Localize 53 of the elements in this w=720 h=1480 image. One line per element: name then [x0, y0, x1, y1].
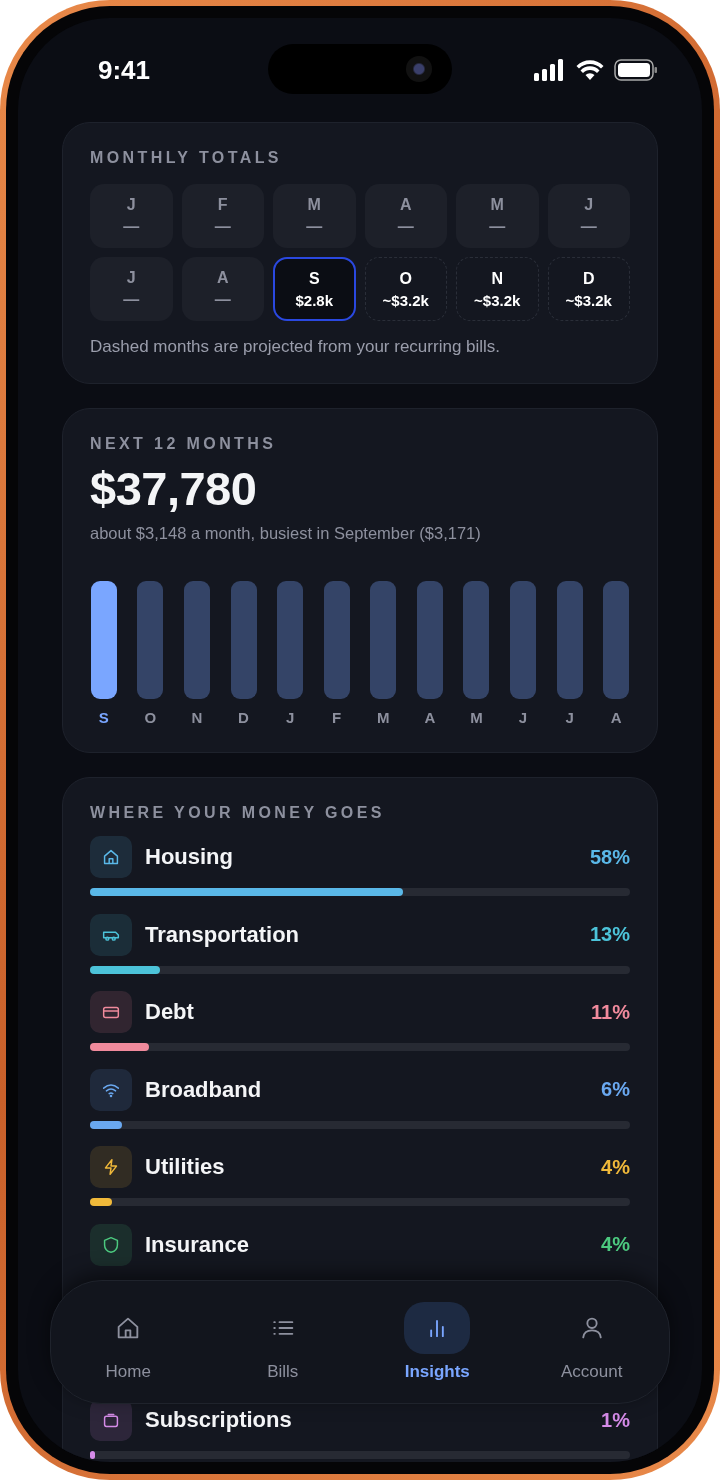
status-time: 9:41 — [98, 54, 151, 86]
bar-label: S — [98, 709, 109, 726]
month-tile[interactable]: F — — [181, 184, 264, 248]
bar-label: J — [518, 709, 528, 726]
tab-button[interactable]: Home — [68, 1302, 189, 1382]
section-title: MONTHLY TOTALS — [90, 149, 283, 167]
category-name: Utilities — [145, 1154, 226, 1180]
bar-label: J — [285, 709, 295, 726]
tab-button[interactable]: Account — [531, 1302, 652, 1382]
wifi-icon — [576, 59, 604, 81]
category-percent: 4% — [601, 1155, 630, 1179]
month-tile[interactable]: A — — [181, 257, 264, 321]
section-title: NEXT 12 MONTHS — [90, 435, 278, 453]
bar-label: O — [144, 709, 157, 726]
category-percent: 11% — [591, 1000, 630, 1024]
month-tile[interactable]: O ~$3.2k — [364, 257, 447, 321]
month-tile[interactable]: M — — [456, 184, 539, 248]
category-percent: 4% — [601, 1233, 630, 1256]
category-name: Transportation — [145, 921, 300, 948]
signal-icon — [534, 59, 566, 81]
battery-icon — [614, 59, 658, 81]
tab-button[interactable]: Bills — [222, 1302, 343, 1382]
month-tile[interactable]: S $2.8k — [273, 257, 356, 321]
bar-label: D — [238, 709, 249, 726]
month-tile[interactable]: J — — [90, 184, 173, 248]
bar-label: F — [332, 709, 342, 726]
section-title: WHERE YOUR MONEY GOES — [90, 804, 386, 822]
forecast-summary: about $3,148 a month, busiest in September ($3,171) — [90, 524, 482, 543]
category-name: Debt — [145, 999, 195, 1025]
month-tile[interactable]: M — — [273, 184, 356, 248]
tab-button[interactable]: Insights — [377, 1302, 498, 1382]
bar-label: A — [610, 709, 622, 726]
month-tile[interactable]: D ~$3.2k — [547, 257, 630, 321]
bar-label: J — [565, 709, 574, 726]
bar-label: M — [470, 709, 483, 726]
forecast-total: $37,780 — [90, 461, 258, 516]
month-tile[interactable]: N ~$3.2k — [456, 257, 539, 321]
category-name: Subscriptions — [145, 1407, 293, 1433]
month-tile[interactable]: J — — [90, 257, 173, 321]
category-percent: 58% — [589, 845, 630, 869]
bar-label: N — [191, 709, 203, 726]
bar-label: A — [424, 709, 436, 726]
category-percent: 1% — [601, 1408, 630, 1432]
category-percent: 6% — [601, 1078, 630, 1101]
projection-note: Dashed months are projected from your recurring bills. — [90, 337, 502, 357]
month-tile[interactable]: A — — [364, 184, 447, 248]
category-percent: 13% — [589, 923, 630, 946]
bar-label: M — [377, 709, 390, 726]
category-name: Broadband — [145, 1076, 263, 1103]
category-name: Housing — [145, 844, 234, 870]
month-bar[interactable] — [90, 581, 117, 699]
category-name: Insurance — [145, 1231, 250, 1258]
month-tile[interactable]: J — — [547, 184, 630, 248]
